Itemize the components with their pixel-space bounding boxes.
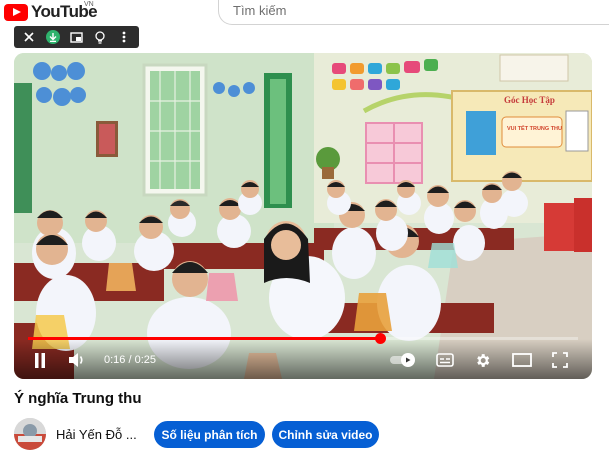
close-icon[interactable] (20, 28, 38, 46)
scrubber-handle[interactable] (375, 333, 386, 344)
video-player[interactable]: Góc Học Tập VUI TẾT TRUNG THU 0:16 / 0:2… (14, 53, 592, 379)
board-tag: VUI TẾT TRUNG THU (507, 125, 562, 132)
more-icon[interactable] (115, 28, 133, 46)
progress-bar[interactable] (28, 333, 578, 344)
edit-video-button[interactable]: Chỉnh sửa video (272, 421, 379, 448)
time-current: 0:16 (104, 354, 126, 366)
subtitles-icon[interactable] (436, 351, 454, 369)
fullscreen-icon[interactable] (552, 351, 568, 369)
pause-icon[interactable] (34, 351, 46, 369)
logo-country: VN (84, 1, 94, 8)
picture-in-picture-icon[interactable] (67, 28, 85, 46)
autoplay-toggle[interactable] (390, 351, 416, 369)
board-heading: Góc Học Tập (504, 95, 555, 105)
video-title: Ý nghĩa Trung thu (14, 390, 142, 407)
player-controls (14, 339, 592, 379)
time-separator: / (125, 354, 135, 366)
youtube-play-icon (4, 3, 28, 21)
time-display: 0:16 / 0:25 (104, 354, 156, 366)
progress-played (28, 337, 380, 340)
channel-avatar[interactable] (14, 418, 46, 450)
search-input[interactable] (231, 2, 535, 19)
time-total: 0:25 (134, 354, 157, 366)
volume-icon[interactable] (68, 351, 86, 369)
lightbulb-icon[interactable] (91, 28, 109, 46)
theater-mode-icon[interactable] (512, 351, 532, 369)
analytics-button[interactable]: Số liệu phân tích (154, 421, 265, 448)
channel-name[interactable]: Hải Yến Đỗ ... (56, 427, 137, 442)
video-frame: Góc Học Tập VUI TẾT TRUNG THU (14, 53, 592, 379)
settings-gear-icon[interactable] (474, 351, 491, 369)
search-box[interactable] (218, 0, 609, 25)
mini-toolbar (14, 26, 139, 48)
download-icon[interactable] (44, 28, 62, 46)
